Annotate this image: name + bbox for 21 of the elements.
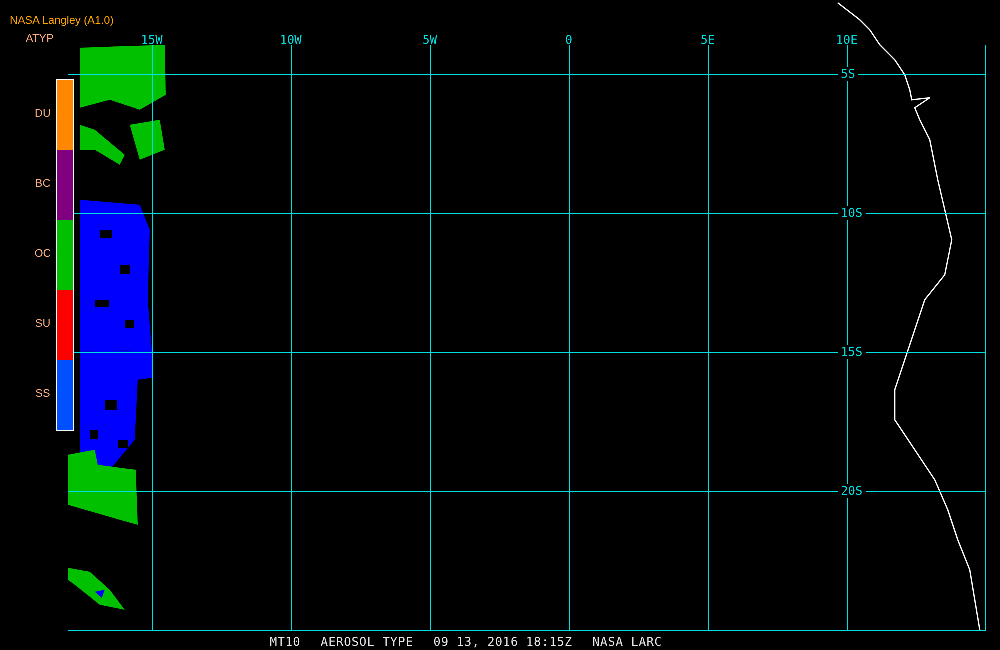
longitude-label: 10W	[280, 33, 302, 47]
longitude-label: 5W	[422, 33, 438, 47]
product-title: NASA Langley (A1.0)	[10, 15, 114, 28]
latitude-label: 10S	[838, 206, 866, 220]
legend-label: SS	[34, 387, 52, 402]
latitude-label: 5S	[838, 67, 858, 81]
footer-text: NASA LARC	[592, 635, 662, 649]
longitude-label: 10E	[836, 33, 858, 47]
legend-label: OC	[34, 247, 52, 262]
latitude-label: 20S	[838, 484, 866, 498]
legend-label: DU	[34, 107, 52, 122]
footer-text: 09 13, 2016 18:15Z	[434, 635, 573, 649]
longitude-label: 0	[565, 33, 573, 47]
footer-text: MT10	[270, 635, 301, 649]
footer-text: AEROSOL TYPE	[320, 635, 414, 649]
legend-label: SU	[34, 317, 52, 332]
longitude-label: 15W	[141, 33, 163, 47]
longitude-label: 5E	[700, 33, 716, 47]
legend-label: BC	[34, 177, 52, 192]
product-code: ATYP	[26, 33, 55, 46]
latitude-label: 15S	[838, 345, 866, 359]
